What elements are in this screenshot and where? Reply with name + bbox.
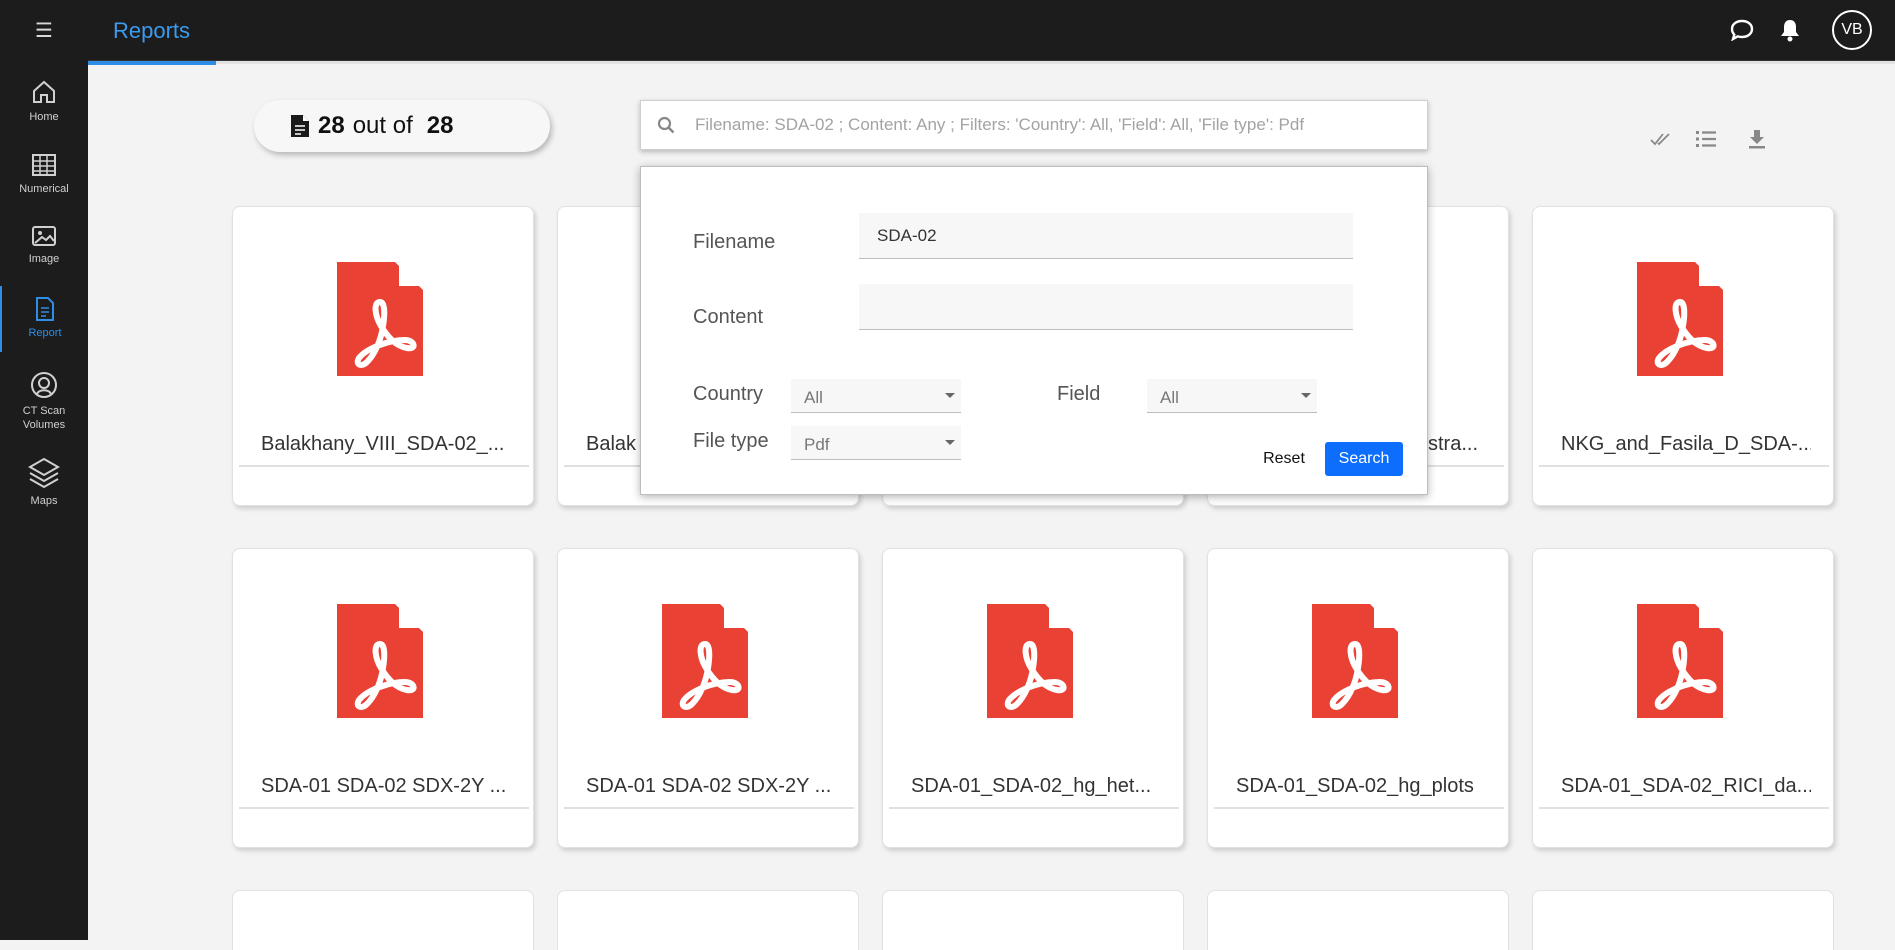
sidebar-item-label: Report [28, 327, 62, 339]
sidebar-item-label: CT Scan [22, 405, 66, 417]
file-type-select[interactable]: Pdf [791, 426, 961, 460]
select-all-icon[interactable] [1650, 131, 1672, 147]
tab-track [216, 61, 1895, 64]
search-icon [657, 116, 675, 134]
report-card-filename: NKG_and_Fasila_D_SDA-... [1561, 433, 1811, 455]
divider [239, 807, 529, 809]
pdf-file-icon [662, 604, 748, 718]
report-card[interactable]: SDA-01_SDA-02_hg_het... [882, 548, 1184, 848]
hamburger-icon: ☰ [35, 19, 53, 42]
menu-toggle-button[interactable]: ☰ [0, 0, 88, 60]
report-card[interactable]: SDA-01 SDA-02 SDX-2Y ... [232, 548, 534, 848]
chat-icon[interactable] [1730, 19, 1754, 41]
chevron-down-icon [945, 440, 955, 445]
sidebar-item-label: Volumes [22, 419, 66, 431]
results-shown: 28 [318, 112, 345, 139]
report-card[interactable] [1207, 890, 1509, 950]
divider [239, 465, 529, 467]
sidebar-item-home[interactable]: Home [0, 78, 88, 124]
sidebar: ☰ Home Numerical Image Report CT Scan Vo… [0, 0, 88, 940]
sidebar-item-report[interactable]: Report [0, 286, 88, 352]
document-icon [291, 115, 309, 137]
content-label: Content [693, 306, 764, 328]
list-view-icon[interactable] [1696, 130, 1716, 148]
sidebar-item-numerical[interactable]: Numerical [0, 152, 88, 196]
sidebar-item-image[interactable]: Image [0, 224, 88, 266]
report-card[interactable] [557, 890, 859, 950]
divider [1214, 807, 1504, 809]
top-bar: Reports [88, 0, 1895, 61]
country-label: Country [693, 383, 764, 405]
pdf-file-icon [1637, 262, 1723, 376]
report-card-filename: stra... [1428, 433, 1479, 455]
report-card[interactable] [882, 890, 1184, 950]
file-type-label: File type [693, 430, 769, 452]
document-icon [36, 297, 54, 321]
table-icon [32, 154, 56, 176]
advanced-search-panel: Filename Content Country All Field All F… [640, 166, 1428, 495]
chevron-down-icon [945, 393, 955, 398]
report-card[interactable] [232, 890, 534, 950]
report-card-filename: SDA-01_SDA-02_hg_plots [1236, 775, 1474, 797]
country-select[interactable]: All [791, 379, 961, 413]
sidebar-item-maps[interactable]: Maps [0, 456, 88, 508]
sidebar-item-ct-scan-volumes[interactable]: CT Scan Volumes [0, 370, 88, 432]
sidebar-item-label: Numerical [19, 183, 69, 195]
home-icon [33, 80, 55, 103]
report-card[interactable]: SDA-01 SDA-02 SDX-2Y ... [557, 548, 859, 848]
report-card[interactable]: NKG_and_Fasila_D_SDA-... [1532, 206, 1834, 506]
results-separator: out of [352, 112, 413, 139]
ct-scan-icon [31, 372, 57, 398]
file-type-select-value: Pdf [804, 435, 830, 454]
content-field[interactable] [859, 284, 1353, 330]
report-card[interactable]: Balakhany_VIII_SDA-02_... [232, 206, 534, 506]
sidebar-item-label: Maps [30, 495, 58, 507]
search-button[interactable]: Search [1325, 442, 1403, 476]
avatar[interactable]: VB [1832, 10, 1872, 50]
results-count: 28 out of 28 [254, 100, 550, 152]
pdf-file-icon [337, 262, 423, 376]
divider [1539, 807, 1829, 809]
report-card[interactable]: SDA-01_SDA-02_RICI_da... [1532, 548, 1834, 848]
report-card-filename: Balakhany_VIII_SDA-02_... [261, 433, 505, 455]
search-bar[interactable] [640, 100, 1428, 150]
sidebar-item-label: Image [28, 253, 60, 265]
pdf-file-icon [337, 604, 423, 718]
pdf-file-icon [987, 604, 1073, 718]
divider [1539, 465, 1829, 467]
report-card[interactable]: SDA-01_SDA-02_hg_plots [1207, 548, 1509, 848]
active-tab-indicator [88, 61, 216, 65]
bell-icon[interactable] [1779, 18, 1801, 42]
report-card-filename: SDA-01 SDA-02 SDX-2Y ... [586, 775, 832, 797]
pdf-file-icon [1312, 604, 1398, 718]
country-select-value: All [804, 388, 823, 407]
page-title: Reports [113, 18, 191, 43]
report-card-filename: SDA-01 SDA-02 SDX-2Y ... [261, 775, 507, 797]
divider [564, 807, 854, 809]
field-label: Field [1057, 383, 1101, 405]
sidebar-item-label: Home [29, 111, 59, 123]
field-select[interactable]: All [1147, 379, 1317, 413]
report-card-filename: SDA-01_SDA-02_hg_het... [911, 775, 1152, 797]
report-card[interactable] [1532, 890, 1834, 950]
results-total: 28 [426, 112, 454, 139]
image-icon [32, 226, 56, 246]
filename-field[interactable] [859, 213, 1353, 259]
filename-label: Filename [693, 231, 776, 253]
divider [889, 807, 1179, 809]
download-icon[interactable] [1748, 129, 1766, 149]
report-card-filename: SDA-01_SDA-02_RICI_da... [1561, 775, 1811, 797]
reset-button[interactable]: Reset [1251, 442, 1317, 476]
search-input[interactable] [695, 115, 1395, 135]
chevron-down-icon [1301, 393, 1311, 398]
field-select-value: All [1160, 388, 1179, 407]
pdf-file-icon [1637, 604, 1723, 718]
layers-icon [28, 457, 60, 489]
